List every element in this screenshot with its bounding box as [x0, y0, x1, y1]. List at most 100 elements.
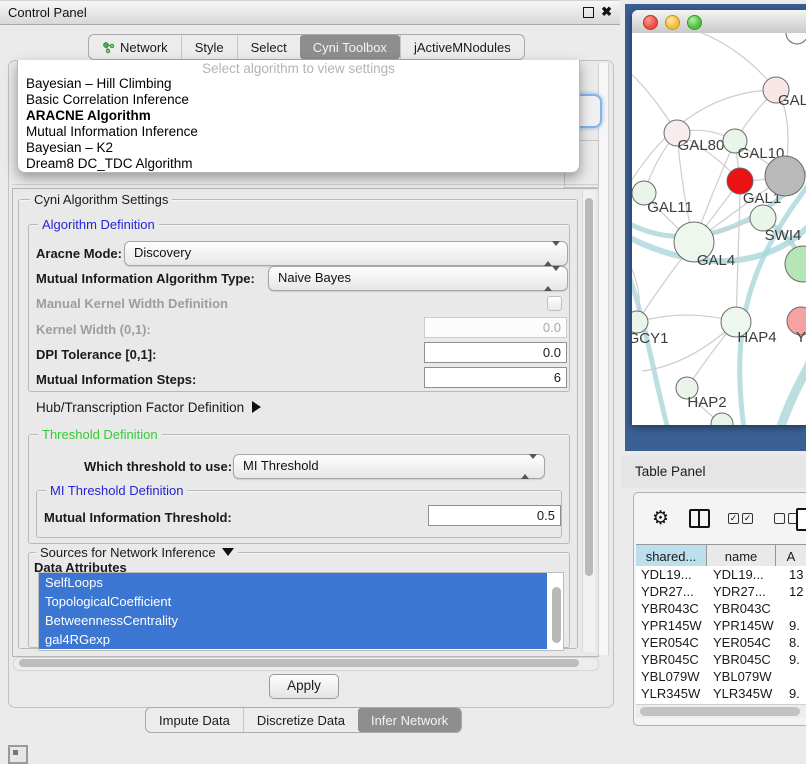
popup-item[interactable]: Mutual Information Inference — [18, 124, 579, 140]
table-cell[interactable]: YER054C — [636, 634, 711, 651]
popup-item[interactable]: Basic Correlation Inference — [18, 92, 579, 108]
scrollbar-thumb[interactable] — [19, 659, 579, 667]
popup-header: Select algorithm to view settings — [18, 61, 579, 76]
table-row[interactable]: YLR345WYLR345W9. — [636, 685, 806, 702]
table-cell[interactable]: YBR043C — [711, 600, 781, 617]
table-cell[interactable]: YPR145W — [636, 617, 711, 634]
table-cell[interactable]: 9. — [781, 685, 806, 702]
network-node[interactable] — [786, 33, 806, 44]
popup-item[interactable]: Bayesian – Hill Climbing — [18, 76, 579, 92]
data-attribute-item[interactable]: TopologicalCoefficient — [39, 592, 547, 611]
network-node[interactable] — [785, 246, 806, 282]
tab-network[interactable]: Network — [89, 35, 181, 59]
table-cell[interactable]: YLR345W — [711, 685, 781, 702]
table-cell[interactable]: YBL079W — [636, 668, 711, 685]
network-node[interactable] — [765, 156, 805, 196]
table-cell[interactable]: YER054C — [711, 634, 781, 651]
columns-icon[interactable] — [689, 509, 710, 528]
document-icon[interactable] — [796, 508, 806, 531]
network-window-titlebar[interactable] — [632, 10, 806, 34]
settings-horizontal-scrollbar[interactable] — [13, 657, 599, 671]
table-cell[interactable]: YDL19... — [711, 566, 781, 583]
table-horizontal-scrollbar[interactable] — [636, 704, 806, 718]
scrollbar-thumb[interactable] — [640, 707, 800, 716]
zoom-light-icon[interactable] — [687, 15, 702, 30]
table-toolbar: ⚙ ✓✓ — [634, 499, 806, 537]
node-label: GAL11 — [647, 199, 693, 216]
sources-title[interactable]: Sources for Network Inference — [36, 545, 238, 560]
table-cell[interactable]: 13 — [781, 566, 806, 583]
which-threshold-select[interactable]: MI Threshold — [233, 454, 545, 479]
table-cell[interactable]: YBR043C — [636, 600, 711, 617]
popup-item[interactable]: Dream8 DC_TDC Algorithm — [18, 156, 579, 172]
kernel-width-input[interactable]: 0.0 — [424, 317, 567, 338]
table-cell[interactable]: 9. — [781, 651, 806, 668]
table-cell[interactable]: YDR27... — [636, 583, 711, 600]
table-cell[interactable]: YDR27... — [711, 583, 781, 600]
table-cell[interactable]: 9. — [781, 617, 806, 634]
table-cell[interactable]: YBL079W — [711, 668, 781, 685]
mi-steps-input[interactable]: 6 — [424, 367, 567, 388]
table-row[interactable]: YBR045CYBR045C9. — [636, 651, 806, 668]
which-threshold-label: Which threshold to use: — [84, 459, 232, 474]
data-attribute-item[interactable]: SelfLoops — [39, 573, 547, 592]
tab-infer-network[interactable]: Infer Network — [358, 708, 461, 732]
close-light-icon[interactable] — [643, 15, 658, 30]
table-cell[interactable]: YDL19... — [636, 566, 711, 583]
minimize-light-icon[interactable] — [665, 15, 680, 30]
gear-icon[interactable]: ⚙ — [652, 507, 669, 530]
table-cell[interactable]: YBR045C — [636, 651, 711, 668]
data-attribute-item[interactable]: gal4RGexp — [39, 630, 547, 649]
table-row[interactable]: YBR043CYBR043C — [636, 600, 806, 617]
network-node[interactable] — [711, 413, 733, 425]
table-cell[interactable]: YLR345W — [636, 685, 711, 702]
float-window-icon[interactable] — [583, 7, 594, 18]
popup-item[interactable]: Bayesian – K2 — [18, 140, 579, 156]
panel-vertical-scrollbar[interactable] — [598, 63, 609, 655]
table-row[interactable]: YBL079WYBL079W — [636, 668, 806, 685]
tab-select[interactable]: Select — [237, 35, 300, 59]
sources-title-label: Sources for Network Inference — [40, 545, 216, 560]
network-canvas[interactable]: GALGAL80GAL10GAL1GAL11SWI4GAL4GCY1HAP4YH… — [632, 33, 806, 425]
table-row[interactable]: YDL19...YDL19...13 — [636, 566, 806, 583]
scrollbar-thumb[interactable] — [585, 198, 593, 576]
settings-vertical-scrollbar[interactable] — [582, 191, 595, 652]
network-window[interactable]: GALGAL80GAL10GAL1GAL11SWI4GAL4GCY1HAP4YH… — [632, 10, 806, 425]
table-row[interactable]: YPR145WYPR145W9. — [636, 617, 806, 634]
table-cell[interactable] — [781, 668, 806, 685]
aracne-mode-select[interactable]: Discovery — [124, 241, 568, 266]
table-row[interactable]: YER054CYER054C8. — [636, 634, 806, 651]
table-row[interactable]: YDR27...YDR27...12 — [636, 583, 806, 600]
network-edge-thick — [780, 363, 806, 425]
hub-definition-toggle[interactable]: Hub/Transcription Factor Definition — [36, 400, 261, 415]
table-cell[interactable]: YBR045C — [711, 651, 781, 668]
tab-style[interactable]: Style — [181, 35, 237, 59]
close-icon[interactable]: ✖ — [601, 4, 612, 20]
dpi-tolerance-input[interactable]: 0.0 — [424, 342, 567, 363]
column-header[interactable]: name — [707, 545, 776, 567]
kernel-width-label: Kernel Width (0,1): — [36, 322, 151, 337]
popup-item[interactable]: ARACNE Algorithm — [18, 108, 579, 124]
mi-algorithm-type-select[interactable]: Naive Bayes — [268, 266, 568, 291]
data-attribute-item[interactable]: BetweennessCentrality — [39, 611, 547, 630]
collapsed-panel-icon[interactable] — [8, 745, 28, 764]
stepper-arrows-icon — [544, 271, 560, 286]
tab-impute-data[interactable]: Impute Data — [146, 708, 243, 732]
control-panel-title: Control Panel — [8, 5, 87, 20]
list-scrollbar-thumb[interactable] — [552, 587, 561, 643]
table-cell[interactable] — [781, 600, 806, 617]
table-cell[interactable]: YPR145W — [711, 617, 781, 634]
table-cell[interactable]: 12 — [781, 583, 806, 600]
manual-kernel-width-checkbox[interactable] — [547, 296, 562, 311]
tab-discretize-data[interactable]: Discretize Data — [243, 708, 358, 732]
mi-threshold-input[interactable]: 0.5 — [428, 505, 561, 526]
column-header[interactable]: shared... — [636, 545, 707, 567]
checked-boxes-icon[interactable]: ✓✓ — [728, 513, 756, 524]
data-attributes-list[interactable]: SelfLoopsTopologicalCoefficientBetweenne… — [38, 572, 564, 651]
tab-jactivemnodules[interactable]: jActiveMNodules — [400, 35, 524, 59]
tab-cyni-toolbox[interactable]: Cyni Toolbox — [300, 35, 400, 59]
column-header[interactable]: A — [776, 545, 806, 567]
mi-threshold-definition-title: MI Threshold Definition — [46, 483, 187, 498]
apply-button[interactable]: Apply — [269, 674, 339, 699]
table-cell[interactable]: 8. — [781, 634, 806, 651]
